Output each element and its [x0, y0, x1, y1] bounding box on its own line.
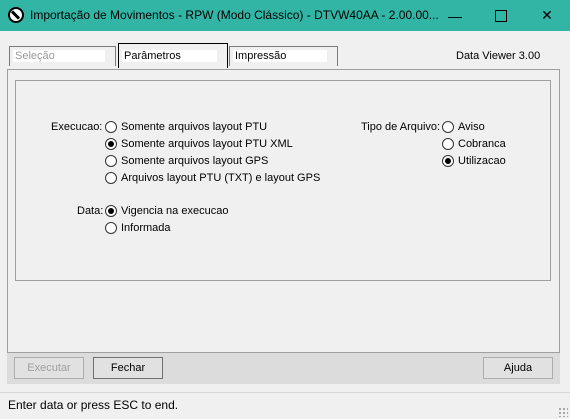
radio-label: Cobranca	[458, 138, 506, 150]
main-window: Seleção Impressão Parâmetros Data Viewer…	[0, 31, 570, 387]
radio-label: Somente arquivos layout GPS	[121, 155, 269, 167]
data-viewer-version: Data Viewer 3.00	[456, 50, 541, 62]
radio-aviso[interactable]: Aviso	[442, 120, 485, 134]
radio-label: Utilizacao	[458, 155, 506, 167]
app-icon	[8, 7, 24, 23]
radio-circle	[105, 121, 117, 133]
tab-label: Impressão	[233, 50, 327, 62]
radio-cobranca[interactable]: Cobranca	[442, 137, 506, 151]
title-bar: Importação de Movimentos - RPW (Modo Clá…	[0, 0, 570, 31]
radio-ptu[interactable]: Somente arquivos layout PTU	[105, 120, 267, 134]
radio-ptu-xml[interactable]: Somente arquivos layout PTU XML	[105, 137, 293, 151]
tab-selecao[interactable]: Seleção	[9, 46, 116, 66]
parameters-group: Execucao: Somente arquivos layout PTU So…	[15, 80, 551, 281]
radio-circle	[105, 172, 117, 184]
radio-circle	[105, 222, 117, 234]
parameters-panel: Execucao: Somente arquivos layout PTU So…	[7, 69, 560, 371]
radio-utilizacao[interactable]: Utilizacao	[442, 154, 506, 168]
status-text: Enter data or press ESC to end.	[8, 398, 179, 412]
radio-label: Aviso	[458, 121, 485, 133]
button-bar: Executar Fechar Ajuda	[7, 352, 560, 384]
status-bar: Enter data or press ESC to end.	[0, 392, 570, 419]
close-button[interactable]: ✕	[524, 0, 570, 31]
radio-label: Informada	[121, 222, 171, 234]
radio-circle	[105, 205, 117, 217]
radio-circle	[442, 121, 454, 133]
ajuda-button[interactable]: Ajuda	[483, 357, 553, 379]
resize-grip-icon[interactable]	[558, 407, 568, 417]
data-label: Data:	[77, 205, 104, 217]
radio-gps[interactable]: Somente arquivos layout GPS	[105, 154, 268, 168]
minimize-button[interactable]: —	[432, 0, 478, 31]
tab-label: Seleção	[13, 50, 105, 62]
radio-label: Vigencia na execucao	[121, 205, 229, 217]
maximize-button[interactable]	[478, 0, 524, 31]
tab-label: Parâmetros	[122, 50, 217, 62]
radio-label: Arquivos layout PTU (TXT) e layout GPS	[121, 172, 321, 184]
window-title: Importação de Movimentos - RPW (Modo Clá…	[30, 8, 439, 22]
fechar-button[interactable]: Fechar	[93, 357, 163, 379]
radio-label: Somente arquivos layout PTU	[121, 121, 268, 133]
radio-ptu-gps[interactable]: Arquivos layout PTU (TXT) e layout GPS	[105, 171, 320, 185]
radio-circle	[105, 138, 117, 150]
tab-parametros[interactable]: Parâmetros	[118, 43, 228, 68]
tab-impressao[interactable]: Impressão	[229, 46, 338, 66]
radio-circle	[442, 138, 454, 150]
tipo-arquivo-label: Tipo de Arquivo:	[361, 121, 441, 133]
executar-button[interactable]: Executar	[14, 357, 84, 379]
maximize-icon	[495, 9, 507, 22]
radio-vigencia[interactable]: Vigencia na execucao	[105, 204, 228, 218]
radio-label: Somente arquivos layout PTU XML	[121, 138, 293, 150]
radio-circle	[105, 155, 117, 167]
execucao-label: Execucao:	[51, 121, 103, 133]
radio-circle	[442, 155, 454, 167]
radio-informada[interactable]: Informada	[105, 221, 171, 235]
